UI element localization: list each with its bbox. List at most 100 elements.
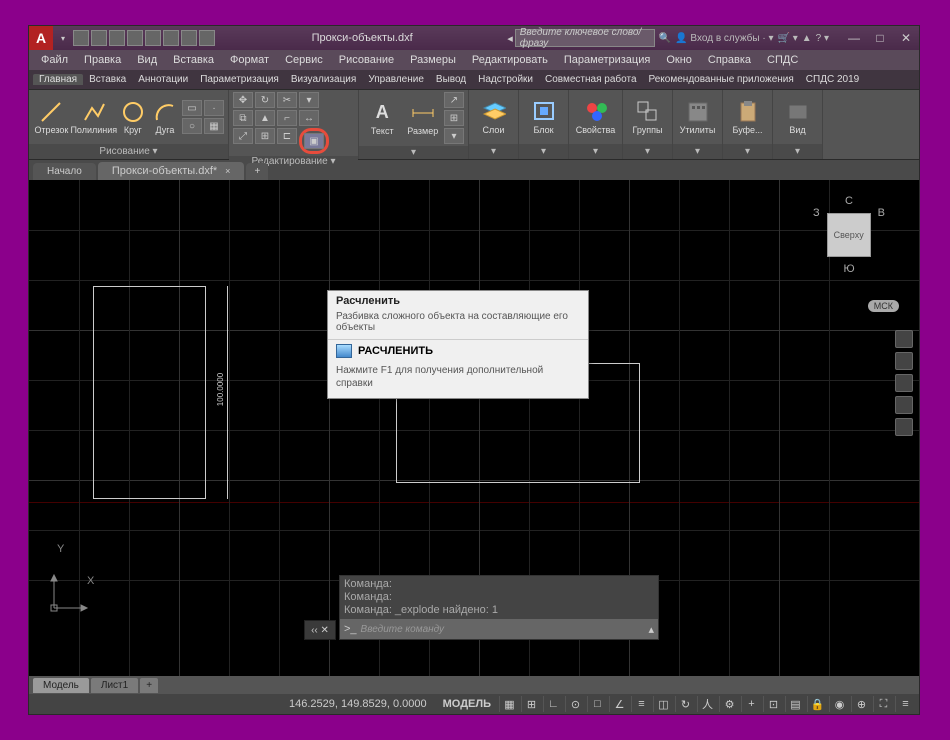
otrack-toggle-icon[interactable]: ∠ [609,696,629,712]
menu-help[interactable]: Справка [700,54,759,66]
viewcube-south[interactable]: Ю [809,263,889,275]
customize-icon[interactable]: ≡ [895,696,915,712]
dim-button[interactable]: Размер [404,93,443,143]
menu-edit[interactable]: Правка [76,54,129,66]
qat-open-icon[interactable] [91,30,107,46]
menu-insert[interactable]: Вставка [165,54,222,66]
ellipse-icon[interactable]: ○ [182,118,202,134]
panel-clip-title[interactable]: ▾ [723,144,772,159]
tab-insert[interactable]: Вставка [83,74,132,85]
layers-button[interactable]: Слои [473,92,514,142]
menu-dims[interactable]: Размеры [402,54,464,66]
panel-utils-title[interactable]: ▾ [673,144,722,159]
panel-view-title[interactable]: ▾ [773,144,822,159]
command-recent-icon[interactable]: ▴ [648,623,654,636]
close-button[interactable]: ✕ [893,27,919,49]
polar-toggle-icon[interactable]: ⊙ [565,696,585,712]
nav-zoom-icon[interactable] [895,374,913,392]
command-input[interactable]: Введите команду [361,624,645,635]
tab-output[interactable]: Вывод [430,74,472,85]
panel-props-title[interactable]: ▾ [569,144,622,159]
props-button[interactable]: Свойства [573,92,618,142]
panel-block-title[interactable]: ▾ [519,144,568,159]
modeltab-new[interactable]: + [140,678,158,693]
exchange-icon[interactable]: 🛒 ▾ [777,33,797,44]
menu-modify[interactable]: Редактировать [464,54,556,66]
rotate-icon[interactable]: ↻ [255,92,275,108]
tab-recapps[interactable]: Рекомендованные приложения [643,74,800,85]
transparency-toggle-icon[interactable]: ◫ [653,696,673,712]
table-icon[interactable]: ⊞ [444,110,464,126]
annot-more-icon[interactable]: ▾ [444,128,464,144]
menu-view[interactable]: Вид [129,54,165,66]
units-icon[interactable]: ⊡ [763,696,783,712]
infocenter-icon[interactable]: 🔍 [659,33,671,44]
trim-icon[interactable]: ✂ [277,92,297,108]
lock-ui-icon[interactable]: 🔒 [807,696,827,712]
modeltab-model[interactable]: Модель [33,678,89,693]
scale-icon[interactable]: ⤢ [233,128,253,144]
maximize-button[interactable]: □ [867,27,893,49]
stretch-icon[interactable]: ↔ [299,110,319,126]
arc-button[interactable]: Дуга [150,92,180,142]
login-button[interactable]: 👤 Вход в службы · ▾ [675,33,773,44]
tab-spds[interactable]: СПДС 2019 [800,74,865,85]
leader-icon[interactable]: ↗ [444,92,464,108]
qat-saveas-icon[interactable] [127,30,143,46]
qat-dropdown-icon[interactable] [199,30,215,46]
osnap-toggle-icon[interactable]: □ [587,696,607,712]
doctab-start[interactable]: Начало [33,163,96,180]
search-prev-icon[interactable]: ◂ [505,32,515,45]
panel-draw-title[interactable]: Рисование ▾ [29,144,228,159]
tab-collab[interactable]: Совместная работа [539,74,643,85]
drawing-canvas[interactable]: 100.0000 Y X С ЗСверхуВ Ю МСК Расчленить… [29,180,919,676]
menu-draw[interactable]: Рисование [331,54,402,66]
isolate-icon[interactable]: ◉ [829,696,849,712]
fillet-icon[interactable]: ⌐ [277,110,297,126]
nav-wheel-icon[interactable] [895,330,913,348]
minimize-button[interactable]: — [841,27,867,49]
modeltab-sheet1[interactable]: Лист1 [91,678,138,693]
qat-undo-icon[interactable] [145,30,161,46]
line-button[interactable]: Отрезок [33,92,70,142]
tab-visual[interactable]: Визуализация [285,74,362,85]
app-menu-icon[interactable]: A [29,26,53,50]
command-handle[interactable]: ‹‹ ✕ [304,620,336,640]
search-input[interactable]: Введите ключевое слово/фразу [515,29,655,47]
tool-icon[interactable]: · [204,100,224,116]
tab-manage[interactable]: Управление [362,74,430,85]
dropdown-icon[interactable]: ▾ [299,92,319,108]
rect-icon[interactable]: ▭ [182,100,202,116]
nav-orbit-icon[interactable] [895,396,913,414]
doctab-file[interactable]: Прокси-объекты.dxf*× [98,162,245,180]
menu-file[interactable]: Файл [33,54,76,66]
tab-annot[interactable]: Аннотации [132,74,194,85]
nav-pan-icon[interactable] [895,352,913,370]
explode-button[interactable]: ▣ [304,133,324,149]
utils-button[interactable]: Утилиты [677,92,718,142]
annomonitor-icon[interactable]: + [741,696,761,712]
viewcube-north[interactable]: С [809,195,889,207]
annoscale-icon[interactable]: 人 [697,696,717,712]
panel-layers-title[interactable]: ▾ [469,144,518,159]
viewcube-top[interactable]: Сверху [827,213,871,257]
tab-addins[interactable]: Надстройки [472,74,539,85]
tab-home[interactable]: Главная [33,74,83,85]
modelspace-toggle[interactable]: МОДЕЛЬ [437,698,497,710]
polyline-button[interactable]: Полилиния [72,92,116,142]
lineweight-toggle-icon[interactable]: ≡ [631,696,651,712]
social-icon[interactable]: ▲ [802,33,812,44]
panel-annot-title[interactable]: ▾ [359,146,468,159]
cleanscreen-icon[interactable]: ⛶ [873,696,893,712]
menu-format[interactable]: Формат [222,54,277,66]
tab-param[interactable]: Параметризация [194,74,285,85]
viewcube[interactable]: С ЗСверхуВ Ю [809,195,889,295]
workspace-icon[interactable]: ⚙ [719,696,739,712]
snap-toggle-icon[interactable]: ⊞ [521,696,541,712]
doctab-new[interactable]: + [246,163,268,180]
qat-redo-icon[interactable] [163,30,179,46]
array-icon[interactable]: ⊞ [255,128,275,144]
clip-button[interactable]: Буфе... [727,92,768,142]
wcs-badge[interactable]: МСК [868,300,899,312]
doctab-close-icon[interactable]: × [225,166,230,176]
